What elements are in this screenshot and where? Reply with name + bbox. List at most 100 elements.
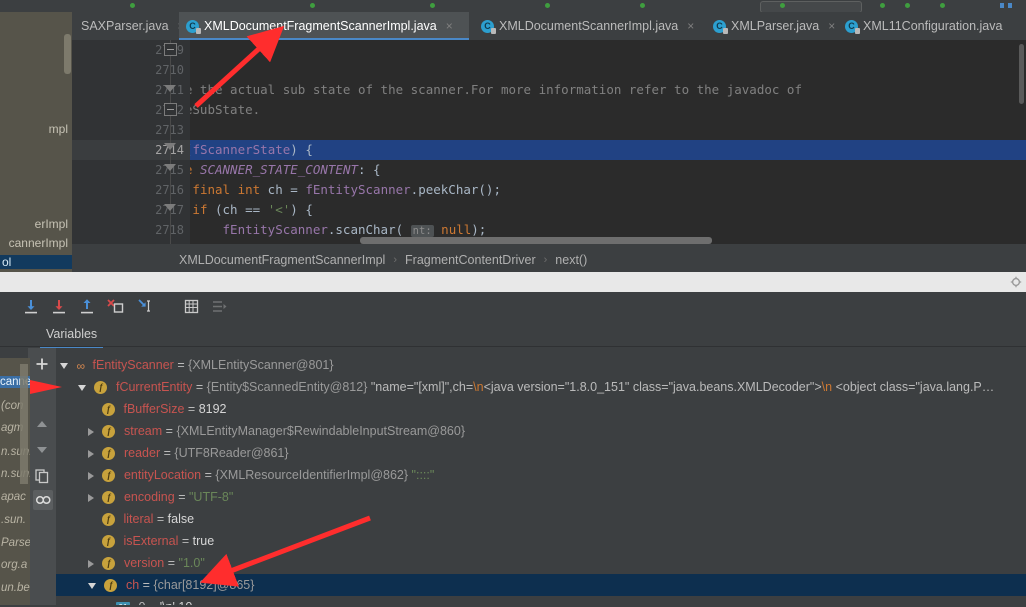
chevron-right-icon: › (543, 254, 548, 266)
stack-panel-scrollbar[interactable] (20, 364, 28, 484)
list-item[interactable]: cannerImpl (9, 236, 68, 250)
equals-sign: = (187, 402, 196, 416)
breadcrumb-item-method[interactable]: next() (555, 253, 587, 267)
layout-button-icon[interactable] (1008, 3, 1012, 8)
field-icon: f (94, 381, 108, 395)
popup-scrollbar[interactable] (64, 34, 71, 74)
variable-value: 8192 (198, 402, 227, 416)
variable-row-entitylocation[interactable]: f entityLocation = {XMLResourceIdentifie… (56, 464, 1026, 486)
variable-name: reader (123, 446, 161, 460)
variable-name: isExternal (123, 534, 179, 548)
variables-tree[interactable]: ∞ fEntityScanner = {XMLEntityScanner@801… (56, 348, 1026, 605)
background-file-list-popup[interactable]: mpl erImpl cannerImpl ol (0, 12, 72, 272)
stack-frame[interactable]: Parse (1, 537, 30, 549)
line-number: 2713 (124, 120, 184, 140)
run-to-cursor-icon[interactable] (137, 298, 155, 315)
variable-row-reader[interactable]: f reader = {UTF8Reader@861} (56, 442, 1026, 464)
stack-frame[interactable]: un.be (1, 582, 30, 594)
variable-row-version[interactable]: f version = "1.0" (56, 552, 1026, 574)
editor-tab-xmldocumentscannerimpl[interactable]: C XMLDocumentScannerImpl.java × (474, 12, 704, 40)
variable-row-isexternal[interactable]: f isExternal = true (56, 530, 1026, 552)
list-item-selected[interactable]: ol (0, 255, 72, 269)
editor-tab-xml11configuration[interactable]: C XML11Configuration.java (838, 12, 1026, 40)
debugger-tab-strip (0, 320, 1026, 348)
show-execution-point-icon[interactable] (210, 298, 228, 315)
force-step-into-icon[interactable] (106, 298, 124, 315)
variable-value-extra: <object class="java.lang.P… (832, 380, 995, 394)
variable-name: version (123, 556, 165, 570)
fold-marker-icon[interactable] (164, 43, 177, 56)
move-up-icon[interactable] (34, 416, 50, 432)
variable-row-literal[interactable]: f literal = false (56, 508, 1026, 530)
editor-tab-xmldocumentfragmentscannerimpl[interactable]: C XMLDocumentFragmentScannerImpl.java × (179, 12, 469, 40)
expander-expand-icon[interactable] (88, 471, 94, 480)
background-call-stack-panel[interactable]: canne (con agm n.sun. n.sun. apac .sun. … (0, 358, 30, 605)
chevron-right-icon: › (393, 254, 398, 266)
fold-collapse-icon[interactable] (164, 201, 177, 214)
run-button-icon[interactable] (880, 3, 885, 8)
breadcrumb-item-class[interactable]: XMLDocumentFragmentScannerImpl (179, 253, 385, 267)
add-watch-icon[interactable] (34, 356, 50, 372)
debug-button-icon[interactable] (905, 3, 910, 8)
layout-button-icon[interactable] (1000, 3, 1004, 8)
step-out-icon[interactable] (78, 298, 96, 315)
editor-vertical-scrollbar[interactable] (1019, 44, 1024, 104)
java-class-icon: C (845, 19, 860, 34)
variable-value: "UTF-8" (189, 490, 234, 504)
editor-tab-xmlparser[interactable]: C XMLParser.java × (706, 12, 836, 40)
expander-expand-icon[interactable] (88, 427, 94, 436)
stack-frame[interactable]: .sun. (1, 514, 26, 526)
variable-value: {XMLEntityScanner@801} (188, 358, 334, 372)
expander-collapse-icon[interactable] (88, 582, 96, 589)
field-icon: f (102, 557, 116, 571)
fold-collapse-icon[interactable] (164, 161, 177, 174)
tab-variables[interactable]: Variables (32, 320, 111, 348)
equals-sign: = (195, 380, 204, 394)
field-icon: f (102, 469, 116, 483)
editor-horizontal-scrollbar[interactable] (360, 237, 712, 244)
run-config-icon (780, 3, 785, 8)
step-into-icon[interactable] (50, 298, 68, 315)
variable-row-stream[interactable]: f stream = {XMLEntityManager$RewindableI… (56, 420, 1026, 442)
variable-row-fbuffersize[interactable]: f fBufferSize = 8192 (56, 398, 1026, 420)
copy-value-icon[interactable] (34, 468, 50, 484)
step-over-icon[interactable] (22, 298, 40, 315)
code-line-2712: //decideSubState. (132, 102, 261, 117)
expander-expand-icon[interactable] (88, 493, 94, 502)
editor-tab-saxparser[interactable]: SAXParser.java × (74, 12, 185, 40)
fold-collapse-icon[interactable] (164, 82, 177, 95)
editor-tab-label: XMLParser.java (731, 19, 820, 33)
expander-collapse-icon[interactable] (60, 362, 68, 369)
fold-collapse-icon[interactable] (164, 140, 177, 153)
coverage-button-icon[interactable] (940, 3, 945, 8)
evaluate-expression-icon[interactable] (183, 298, 201, 315)
object-field-icon: ∞ (76, 358, 85, 373)
code-line-2711: //decide the actual sub state of the sca… (72, 82, 802, 97)
code-editor[interactable]: } //decide the actual sub state of the s… (72, 40, 1026, 244)
fold-marker-icon[interactable] (164, 103, 177, 116)
variable-row-array-index-0[interactable]: 01 0 = '\n' 10 (56, 596, 1026, 605)
variable-name: encoding (123, 490, 175, 504)
variable-row-encoding[interactable]: f encoding = "UTF-8" (56, 486, 1026, 508)
expander-expand-icon[interactable] (88, 559, 94, 568)
expander-collapse-icon[interactable] (78, 384, 86, 391)
close-icon[interactable]: × (446, 19, 453, 33)
list-item[interactable]: mpl (49, 122, 68, 136)
inspect-icon[interactable] (33, 490, 53, 510)
tab-strip-underline (0, 346, 1026, 347)
breadcrumb-item-inner-class[interactable]: FragmentContentDriver (405, 253, 536, 267)
move-down-icon[interactable] (34, 442, 50, 458)
close-icon[interactable]: × (828, 19, 835, 33)
toolbar-dot-icon (310, 3, 315, 8)
expander-expand-icon[interactable] (88, 449, 94, 458)
stack-frame[interactable]: org.a (1, 559, 27, 571)
variable-row-ch[interactable]: f ch = {char[8192]@865} (56, 574, 1026, 596)
window-corner-icon (1010, 276, 1022, 288)
variable-row-fentityscanner[interactable]: ∞ fEntityScanner = {XMLEntityScanner@801… (56, 354, 1026, 376)
variable-value: false (167, 512, 195, 526)
close-icon[interactable]: × (687, 19, 694, 33)
variable-row-fcurrententity[interactable]: f fCurrentEntity = {Entity$ScannedEntity… (56, 376, 1026, 398)
list-item[interactable]: erImpl (35, 217, 68, 231)
parameter-hint: nt: (410, 225, 434, 237)
stack-frame[interactable]: apac (1, 491, 26, 503)
